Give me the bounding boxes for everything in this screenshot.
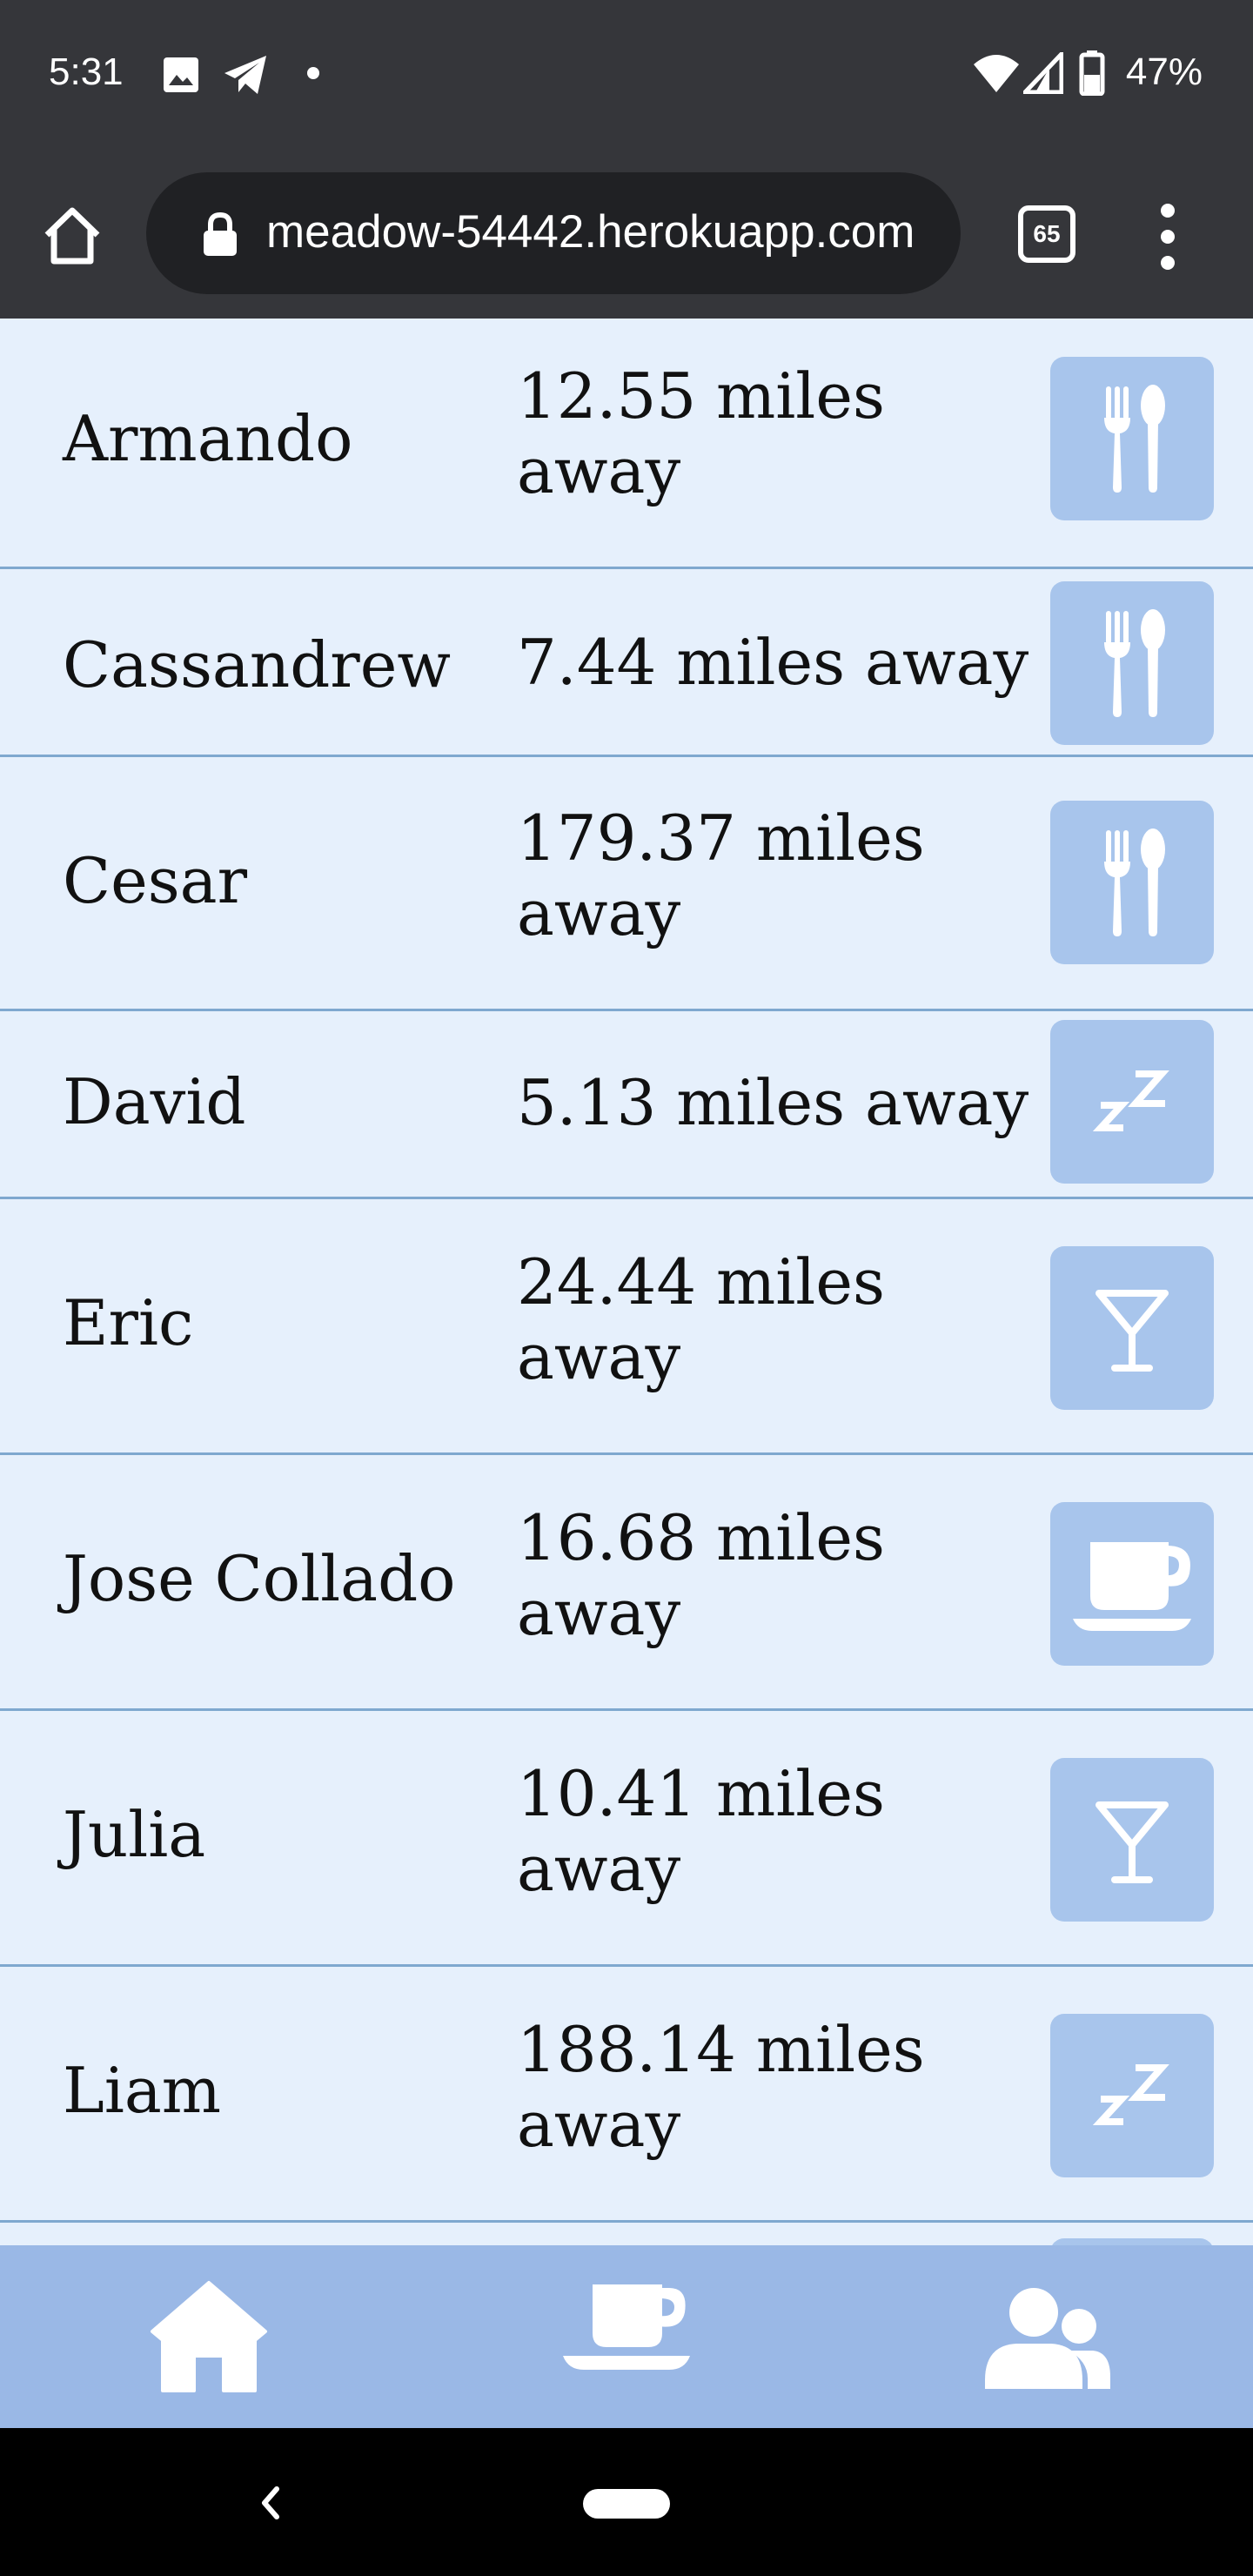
activity-button[interactable] xyxy=(1050,357,1214,520)
activity-button[interactable] xyxy=(1050,1020,1214,1184)
person-name: Cesar xyxy=(63,844,247,917)
tab-switcher-button[interactable]: 65 xyxy=(1018,205,1075,263)
person-name: Julia xyxy=(63,1798,206,1871)
list-item: Eric 24.44 miles away xyxy=(0,1199,1253,1455)
person-distance: 188.14 miles away xyxy=(517,2013,925,2161)
list-item: Cesar 179.37 miles away xyxy=(0,757,1253,1011)
coffee-cup-icon xyxy=(1073,1542,1191,1631)
status-bar: 5:31 47% xyxy=(0,0,1253,151)
list-item: Liam 188.14 miles away xyxy=(0,1967,1253,2223)
coffee-cup-icon[interactable] xyxy=(561,2276,692,2398)
list-item: Julia 10.41 miles away xyxy=(0,1711,1253,1967)
sleep-zz-icon xyxy=(1092,2064,1169,2125)
activity-button[interactable] xyxy=(1050,1758,1214,1922)
bottom-nav xyxy=(0,2245,1253,2428)
browser-menu-icon[interactable] xyxy=(1150,204,1185,270)
wifi-icon xyxy=(974,55,1019,92)
back-icon[interactable] xyxy=(252,2477,287,2529)
lock-icon xyxy=(204,212,237,256)
person-name: Cassandrew xyxy=(63,628,451,701)
person-name: Armando xyxy=(63,402,353,475)
home-icon[interactable] xyxy=(144,2276,274,2398)
battery-percent: 47% xyxy=(1125,50,1203,93)
person-distance: 16.68 miles away xyxy=(517,1501,885,1649)
utensils-icon xyxy=(1104,385,1165,493)
users-icon[interactable] xyxy=(982,2276,1112,2398)
person-name: David xyxy=(63,1065,246,1138)
telegram-notification-icon xyxy=(224,56,266,94)
browser-toolbar: meadow-54442.herokuapp.com 65 xyxy=(0,151,1253,319)
image-notification-icon xyxy=(164,57,198,92)
more-notifications-dot-icon xyxy=(307,67,319,79)
sleep-zz-icon xyxy=(1092,1070,1169,1131)
utensils-icon xyxy=(1104,609,1165,717)
list-item: Armando 12.55 miles away xyxy=(0,319,1253,569)
browser-home-icon[interactable] xyxy=(40,204,104,268)
person-name: Jose Collado xyxy=(63,1542,456,1615)
list-item: David 5.13 miles away xyxy=(0,1011,1253,1199)
battery-icon xyxy=(1079,50,1105,96)
cocktail-icon xyxy=(1096,1801,1169,1883)
cocktail-icon xyxy=(1096,1290,1169,1372)
activity-button[interactable] xyxy=(1050,2014,1214,2177)
person-distance: 12.55 miles away xyxy=(517,359,885,507)
url-text: meadow-54442.herokuapp.com xyxy=(266,206,915,258)
person-distance: 7.44 miles away xyxy=(517,626,1029,699)
person-name: Eric xyxy=(63,1286,194,1359)
activity-button[interactable] xyxy=(1050,801,1214,964)
system-nav-bar xyxy=(0,2428,1253,2576)
people-list: Armando 12.55 miles away Cassandrew 7.44… xyxy=(0,319,1253,2245)
tab-count: 65 xyxy=(1018,205,1075,263)
home-gesture-pill[interactable] xyxy=(583,2489,670,2519)
list-item: Cassandrew 7.44 miles away xyxy=(0,569,1253,757)
person-distance: 5.13 miles away xyxy=(517,1066,1029,1139)
address-bar[interactable]: meadow-54442.herokuapp.com xyxy=(146,172,961,294)
cell-signal-icon xyxy=(1023,52,1063,94)
person-distance: 10.41 miles away xyxy=(517,1757,885,1905)
activity-button[interactable] xyxy=(1050,2238,1214,2245)
person-distance: 24.44 miles away xyxy=(517,1245,885,1393)
list-item: Jose Collado 16.68 miles away xyxy=(0,1455,1253,1711)
activity-button[interactable] xyxy=(1050,1246,1214,1410)
activity-button[interactable] xyxy=(1050,1502,1214,1666)
activity-button[interactable] xyxy=(1050,581,1214,745)
person-distance: 179.37 miles away xyxy=(517,802,925,949)
utensils-icon xyxy=(1104,828,1165,936)
person-name: Liam xyxy=(63,2054,222,2127)
status-time: 5:31 xyxy=(49,50,124,93)
